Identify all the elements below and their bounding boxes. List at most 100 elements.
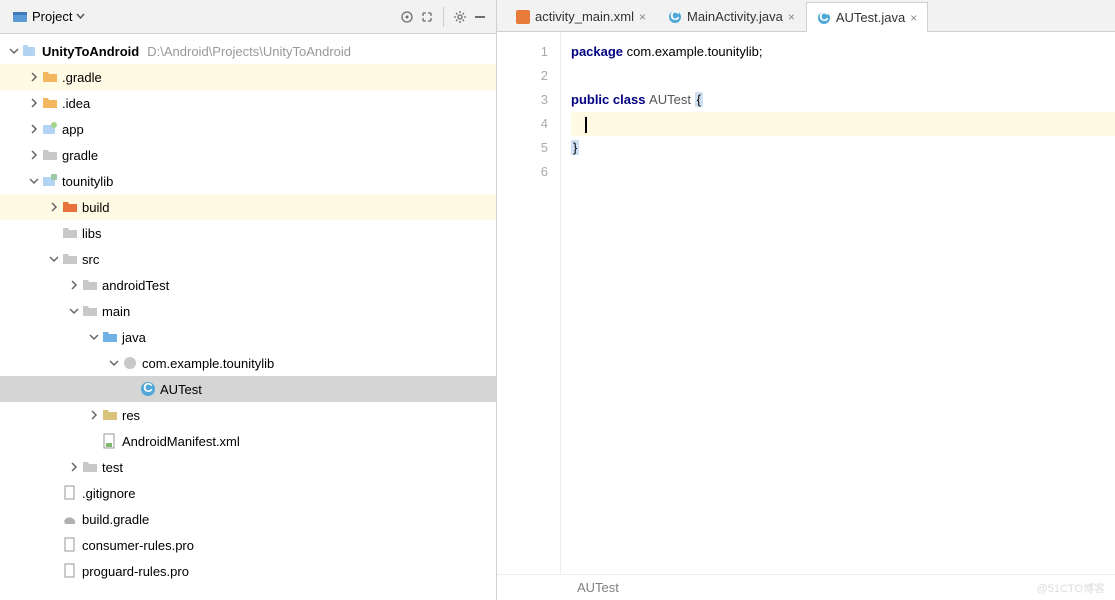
hide-icon[interactable] <box>470 7 490 27</box>
tree-root[interactable]: UnityToAndroid D:\Android\Projects\Unity… <box>0 38 496 64</box>
file-icon <box>62 537 78 553</box>
tree-item-label: src <box>82 252 99 267</box>
tree-item-label: AUTest <box>160 382 202 397</box>
chevron-down-icon[interactable] <box>28 175 40 187</box>
code-area[interactable]: package com.example.tounitylib; public c… <box>561 32 1115 574</box>
chevron-down-icon[interactable] <box>68 305 80 317</box>
xml-icon <box>516 10 530 24</box>
class-icon: C <box>668 10 682 24</box>
folder-icon <box>82 459 98 475</box>
tree-item-test[interactable]: test <box>0 454 496 480</box>
chevron-right-icon[interactable] <box>28 71 40 83</box>
chevron-right-icon[interactable] <box>48 201 60 213</box>
package-icon <box>122 355 138 371</box>
expand-icon[interactable] <box>417 7 437 27</box>
tree-item-label: res <box>122 408 140 423</box>
module-icon <box>42 173 58 189</box>
breadcrumb-item: AUTest <box>577 580 619 595</box>
tree-item-autest[interactable]: C AUTest <box>0 376 496 402</box>
manifest-icon <box>102 433 118 449</box>
editor-panel: activity_main.xml × C MainActivity.java … <box>497 0 1115 600</box>
tree-item-proguard[interactable]: proguard-rules.pro <box>0 558 496 584</box>
line-number: 3 <box>497 88 548 112</box>
chevron-down-icon[interactable] <box>88 331 100 343</box>
class-icon: C <box>817 11 831 25</box>
close-icon[interactable]: × <box>910 11 917 25</box>
watermark: @51CTO博客 <box>1037 580 1105 596</box>
chevron-right-icon[interactable] <box>68 279 80 291</box>
chevron-right-icon[interactable] <box>68 461 80 473</box>
tree-item-label: main <box>102 304 130 319</box>
folder-icon <box>42 95 58 111</box>
code-line <box>571 160 1115 184</box>
line-gutter: 1 2 3 4 5 6 <box>497 32 561 574</box>
project-view-selector[interactable]: Project <box>6 7 91 27</box>
tree-item-main[interactable]: main <box>0 298 496 324</box>
tab-autest[interactable]: C AUTest.java × <box>806 2 928 32</box>
file-icon <box>62 563 78 579</box>
tree-item-build[interactable]: build <box>0 194 496 220</box>
chevron-right-icon[interactable] <box>28 149 40 161</box>
tree-item-tounitylib[interactable]: tounitylib <box>0 168 496 194</box>
file-icon <box>62 485 78 501</box>
editor-tabs: activity_main.xml × C MainActivity.java … <box>497 0 1115 32</box>
tree-item-libs[interactable]: libs <box>0 220 496 246</box>
class-icon: C <box>140 381 156 397</box>
project-toolbar: Project <box>0 0 496 34</box>
chevron-right-icon[interactable] <box>28 123 40 135</box>
code-line: package com.example.tounitylib; <box>571 40 1115 64</box>
code-editor[interactable]: 1 2 3 4 5 6 package com.example.tounityl… <box>497 32 1115 574</box>
tab-label: activity_main.xml <box>535 9 634 24</box>
folder-icon <box>62 199 78 215</box>
code-line <box>571 64 1115 88</box>
text-cursor <box>585 117 587 133</box>
locate-icon[interactable] <box>397 7 417 27</box>
tree-item-label: libs <box>82 226 102 241</box>
tree-item-label: app <box>62 122 84 137</box>
breadcrumb[interactable]: AUTest <box>497 574 1115 600</box>
chevron-right-icon[interactable] <box>28 97 40 109</box>
tree-item-label: AndroidManifest.xml <box>122 434 240 449</box>
chevron-down-icon[interactable] <box>48 253 60 265</box>
tree-item-buildgradle[interactable]: build.gradle <box>0 506 496 532</box>
tree-item-gradle-dir[interactable]: .gradle <box>0 64 496 90</box>
tree-item-label: java <box>122 330 146 345</box>
code-line: } <box>571 136 1115 160</box>
chevron-down-icon[interactable] <box>108 357 120 369</box>
tree-item-package[interactable]: com.example.tounitylib <box>0 350 496 376</box>
tab-activity-main[interactable]: activity_main.xml × <box>505 1 657 31</box>
chevron-right-icon[interactable] <box>88 409 100 421</box>
tab-label: MainActivity.java <box>687 9 783 24</box>
tree-item-manifest[interactable]: AndroidManifest.xml <box>0 428 496 454</box>
code-line-current <box>571 112 1115 136</box>
tree-item-label: proguard-rules.pro <box>82 564 189 579</box>
tree-item-label: .gitignore <box>82 486 135 501</box>
tree-item-label: build <box>82 200 109 215</box>
close-icon[interactable]: × <box>639 10 646 24</box>
tree-item-consumer[interactable]: consumer-rules.pro <box>0 532 496 558</box>
tree-item-label: consumer-rules.pro <box>82 538 194 553</box>
tree-item-androidtest[interactable]: androidTest <box>0 272 496 298</box>
tree-item-javadir[interactable]: java <box>0 324 496 350</box>
tree-item-label: .idea <box>62 96 90 111</box>
tree-item-app[interactable]: app <box>0 116 496 142</box>
tree-item-res[interactable]: res <box>0 402 496 428</box>
tab-mainactivity[interactable]: C MainActivity.java × <box>657 1 806 31</box>
tree-item-gradle[interactable]: gradle <box>0 142 496 168</box>
svg-text:C: C <box>819 11 829 24</box>
tree-item-gitignore[interactable]: .gitignore <box>0 480 496 506</box>
svg-text:C: C <box>143 381 153 395</box>
tree-item-path: D:\Android\Projects\UnityToAndroid <box>147 44 351 59</box>
code-line: public class AUTest { <box>571 88 1115 112</box>
tree-item-idea[interactable]: .idea <box>0 90 496 116</box>
close-icon[interactable]: × <box>788 10 795 24</box>
project-icon <box>12 9 28 25</box>
line-number: 1 <box>497 40 548 64</box>
gear-icon[interactable] <box>450 7 470 27</box>
tree-item-src[interactable]: src <box>0 246 496 272</box>
tree-item-label: UnityToAndroid <box>42 44 139 59</box>
res-folder-icon <box>102 407 118 423</box>
src-folder-icon <box>102 329 118 345</box>
chevron-down-icon[interactable] <box>8 45 20 57</box>
gradle-icon <box>62 511 78 527</box>
